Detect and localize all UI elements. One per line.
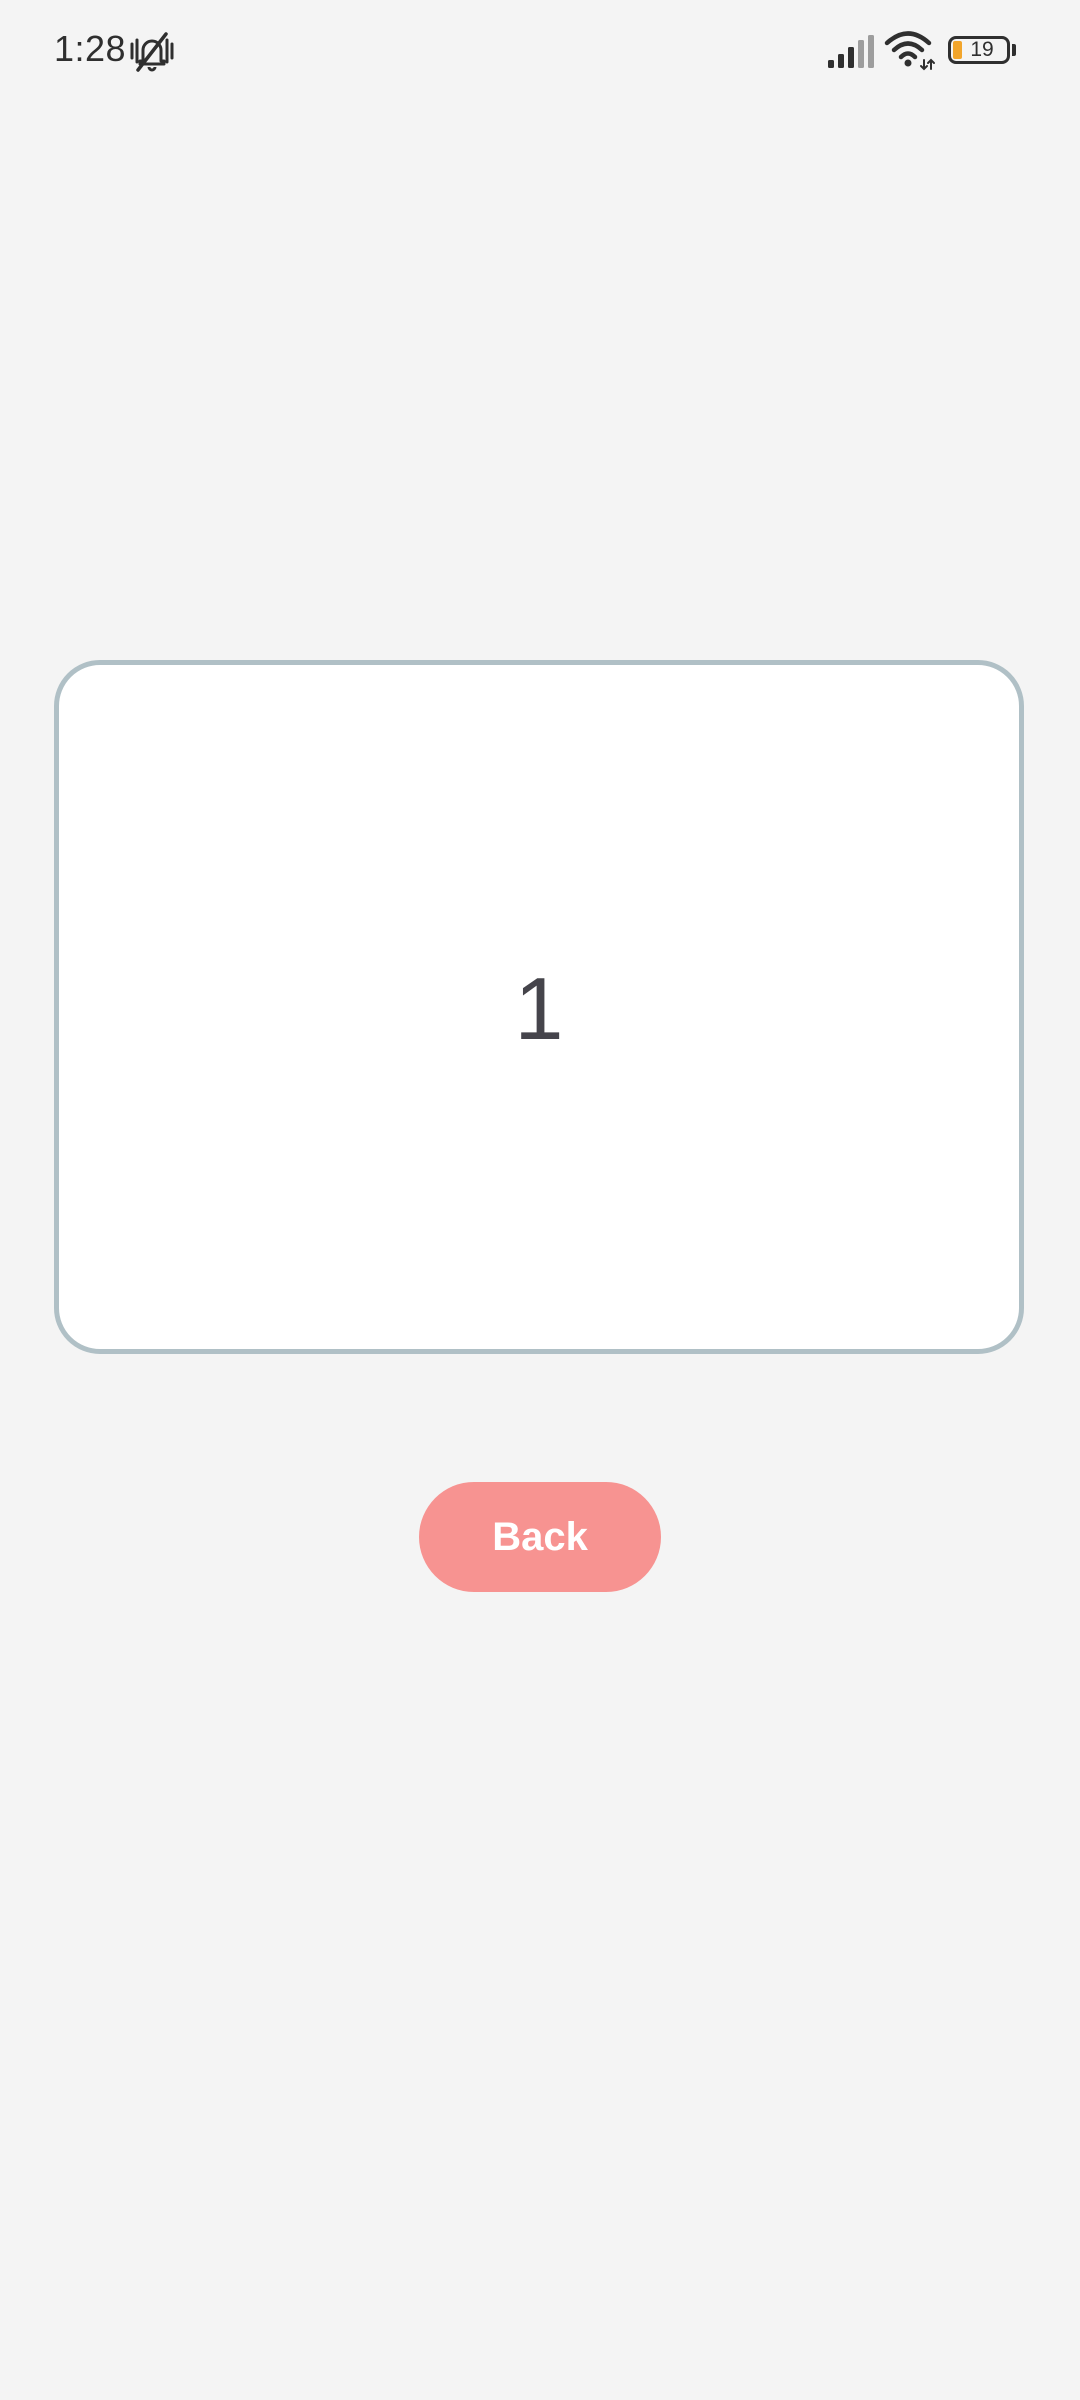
cellular-signal-icon xyxy=(828,35,874,68)
screen: 1:28 19 1 Back xyxy=(0,0,1080,2400)
back-button[interactable]: Back xyxy=(419,1482,661,1592)
status-time: 1:28 xyxy=(54,28,127,69)
bell-off-vibrate-icon xyxy=(130,32,174,72)
wifi-icon xyxy=(884,31,935,71)
card-value: 1 xyxy=(514,959,564,1058)
battery-fill xyxy=(953,41,962,59)
battery-level: 19 xyxy=(970,38,994,61)
battery-tip xyxy=(1012,44,1016,56)
number-card: 1 xyxy=(54,660,1024,1354)
status-bar: 1:28 19 xyxy=(0,0,1080,104)
battery-icon: 19 xyxy=(948,36,1020,68)
